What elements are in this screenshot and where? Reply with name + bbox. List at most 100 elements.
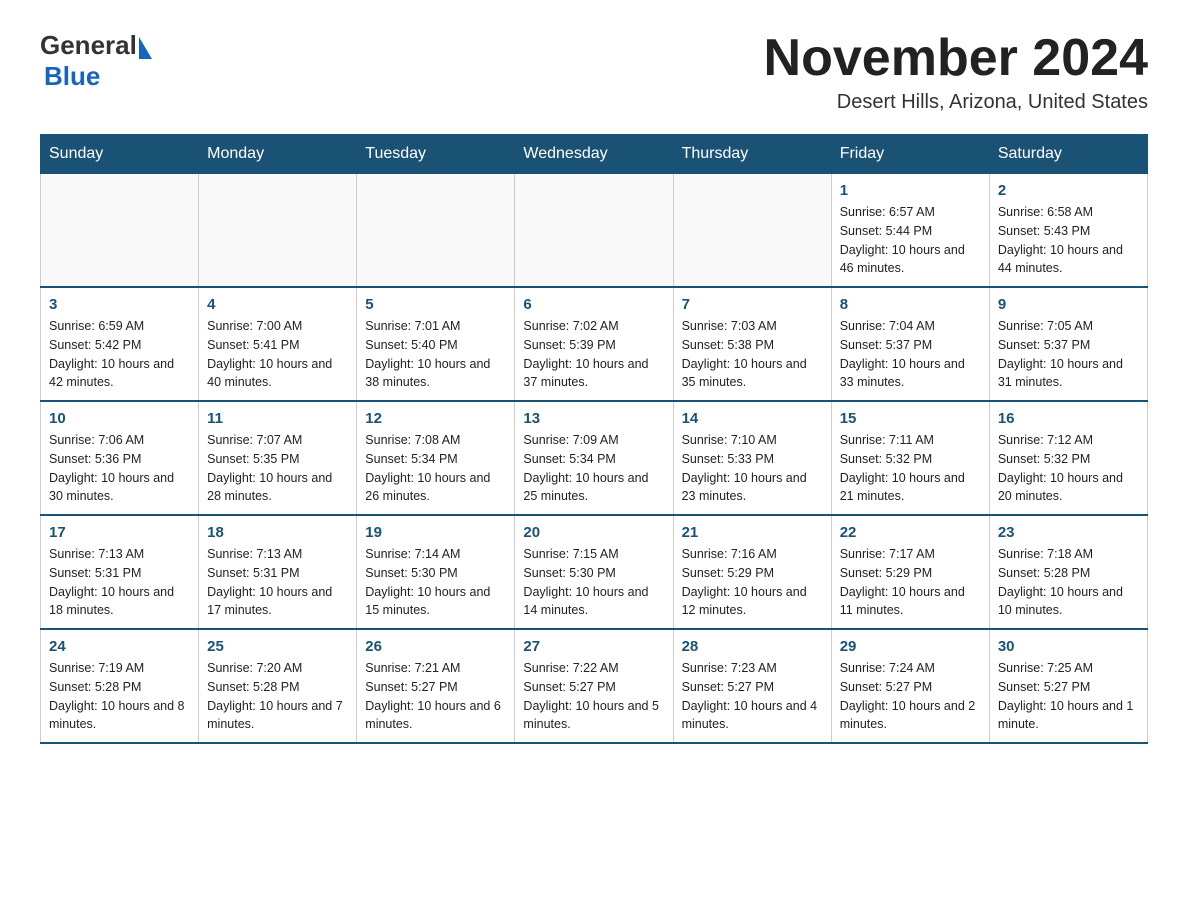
calendar-cell bbox=[673, 174, 831, 288]
calendar-cell: 24 Sunrise: 7:19 AM Sunset: 5:28 PM Dayli… bbox=[41, 629, 199, 743]
logo-blue-text: Blue bbox=[44, 61, 100, 91]
day-info: Sunrise: 7:08 AM Sunset: 5:34 PM Dayligh… bbox=[365, 431, 506, 506]
weekday-header-thursday: Thursday bbox=[673, 135, 831, 174]
day-number: 13 bbox=[523, 410, 664, 427]
day-info: Sunrise: 7:06 AM Sunset: 5:36 PM Dayligh… bbox=[49, 431, 190, 506]
day-number: 19 bbox=[365, 524, 506, 541]
weekday-header-friday: Friday bbox=[831, 135, 989, 174]
day-number: 5 bbox=[365, 296, 506, 313]
calendar-cell bbox=[357, 174, 515, 288]
calendar-cell: 11 Sunrise: 7:07 AM Sunset: 5:35 PM Dayli… bbox=[199, 401, 357, 515]
day-info: Sunrise: 7:15 AM Sunset: 5:30 PM Dayligh… bbox=[523, 545, 664, 620]
calendar-cell bbox=[199, 174, 357, 288]
week-row-2: 3Sunrise: 6:59 AM Sunset: 5:42 PM Daylig… bbox=[41, 287, 1148, 401]
calendar-cell: 17 Sunrise: 7:13 AM Sunset: 5:31 PM Dayli… bbox=[41, 515, 199, 629]
day-info: Sunrise: 7:25 AM Sunset: 5:27 PM Dayligh… bbox=[998, 659, 1139, 734]
week-row-4: 17 Sunrise: 7:13 AM Sunset: 5:31 PM Dayli… bbox=[41, 515, 1148, 629]
month-title: November 2024 bbox=[764, 30, 1148, 87]
day-info: Sunrise: 7:14 AM Sunset: 5:30 PM Dayligh… bbox=[365, 545, 506, 620]
calendar-cell: 1 Sunrise: 6:57 AM Sunset: 5:44 PM Daylig… bbox=[831, 174, 989, 288]
weekday-header-saturday: Saturday bbox=[989, 135, 1147, 174]
weekday-header-sunday: Sunday bbox=[41, 135, 199, 174]
calendar-cell: 19 Sunrise: 7:14 AM Sunset: 5:30 PM Dayli… bbox=[357, 515, 515, 629]
day-number: 15 bbox=[840, 410, 981, 427]
day-number: 23 bbox=[998, 524, 1139, 541]
day-number: 17 bbox=[49, 524, 190, 541]
calendar-cell: 26Sunrise: 7:21 AM Sunset: 5:27 PM Dayli… bbox=[357, 629, 515, 743]
week-row-5: 24 Sunrise: 7:19 AM Sunset: 5:28 PM Dayli… bbox=[41, 629, 1148, 743]
calendar-cell: 14 Sunrise: 7:10 AM Sunset: 5:33 PM Dayli… bbox=[673, 401, 831, 515]
day-info: Sunrise: 7:11 AM Sunset: 5:32 PM Dayligh… bbox=[840, 431, 981, 506]
day-info: Sunrise: 7:10 AM Sunset: 5:33 PM Dayligh… bbox=[682, 431, 823, 506]
day-number: 4 bbox=[207, 296, 348, 313]
calendar-cell: 18 Sunrise: 7:13 AM Sunset: 5:31 PM Dayli… bbox=[199, 515, 357, 629]
logo-triangle-icon bbox=[139, 37, 152, 59]
day-info: Sunrise: 6:57 AM Sunset: 5:44 PM Dayligh… bbox=[840, 203, 981, 278]
calendar-cell: 27Sunrise: 7:22 AM Sunset: 5:27 PM Dayli… bbox=[515, 629, 673, 743]
day-number: 24 bbox=[49, 638, 190, 655]
calendar-cell: 12 Sunrise: 7:08 AM Sunset: 5:34 PM Dayli… bbox=[357, 401, 515, 515]
calendar-cell: 5 Sunrise: 7:01 AM Sunset: 5:40 PM Daylig… bbox=[357, 287, 515, 401]
calendar-table: SundayMondayTuesdayWednesdayThursdayFrid… bbox=[40, 134, 1148, 744]
calendar-cell: 4 Sunrise: 7:00 AM Sunset: 5:41 PM Daylig… bbox=[199, 287, 357, 401]
day-number: 25 bbox=[207, 638, 348, 655]
calendar-cell: 7 Sunrise: 7:03 AM Sunset: 5:38 PM Daylig… bbox=[673, 287, 831, 401]
title-section: November 2024 Desert Hills, Arizona, Uni… bbox=[764, 30, 1148, 114]
day-number: 20 bbox=[523, 524, 664, 541]
weekday-header-wednesday: Wednesday bbox=[515, 135, 673, 174]
day-number: 22 bbox=[840, 524, 981, 541]
day-info: Sunrise: 7:13 AM Sunset: 5:31 PM Dayligh… bbox=[49, 545, 190, 620]
location-text: Desert Hills, Arizona, United States bbox=[764, 91, 1148, 114]
day-info: Sunrise: 7:23 AM Sunset: 5:27 PM Dayligh… bbox=[682, 659, 823, 734]
day-info: Sunrise: 7:16 AM Sunset: 5:29 PM Dayligh… bbox=[682, 545, 823, 620]
calendar-cell: 30 Sunrise: 7:25 AM Sunset: 5:27 PM Dayli… bbox=[989, 629, 1147, 743]
calendar-cell: 29Sunrise: 7:24 AM Sunset: 5:27 PM Dayli… bbox=[831, 629, 989, 743]
day-number: 14 bbox=[682, 410, 823, 427]
day-info: Sunrise: 7:07 AM Sunset: 5:35 PM Dayligh… bbox=[207, 431, 348, 506]
day-info: Sunrise: 7:04 AM Sunset: 5:37 PM Dayligh… bbox=[840, 317, 981, 392]
day-number: 1 bbox=[840, 182, 981, 199]
day-info: Sunrise: 7:22 AM Sunset: 5:27 PM Dayligh… bbox=[523, 659, 664, 734]
day-info: Sunrise: 7:03 AM Sunset: 5:38 PM Dayligh… bbox=[682, 317, 823, 392]
day-info: Sunrise: 7:19 AM Sunset: 5:28 PM Dayligh… bbox=[49, 659, 190, 734]
page-header: General Blue November 2024 Desert Hills,… bbox=[40, 30, 1148, 114]
day-number: 18 bbox=[207, 524, 348, 541]
calendar-cell: 20 Sunrise: 7:15 AM Sunset: 5:30 PM Dayli… bbox=[515, 515, 673, 629]
day-number: 12 bbox=[365, 410, 506, 427]
calendar-cell bbox=[41, 174, 199, 288]
day-number: 6 bbox=[523, 296, 664, 313]
week-row-1: 1 Sunrise: 6:57 AM Sunset: 5:44 PM Daylig… bbox=[41, 174, 1148, 288]
day-info: Sunrise: 7:21 AM Sunset: 5:27 PM Dayligh… bbox=[365, 659, 506, 734]
day-info: Sunrise: 7:13 AM Sunset: 5:31 PM Dayligh… bbox=[207, 545, 348, 620]
logo-general-text: General bbox=[40, 30, 137, 61]
day-info: Sunrise: 7:09 AM Sunset: 5:34 PM Dayligh… bbox=[523, 431, 664, 506]
calendar-cell: 25 Sunrise: 7:20 AM Sunset: 5:28 PM Dayli… bbox=[199, 629, 357, 743]
day-info: Sunrise: 7:00 AM Sunset: 5:41 PM Dayligh… bbox=[207, 317, 348, 392]
day-number: 7 bbox=[682, 296, 823, 313]
weekday-header-row: SundayMondayTuesdayWednesdayThursdayFrid… bbox=[41, 135, 1148, 174]
day-info: Sunrise: 7:20 AM Sunset: 5:28 PM Dayligh… bbox=[207, 659, 348, 734]
calendar-cell: 15 Sunrise: 7:11 AM Sunset: 5:32 PM Dayli… bbox=[831, 401, 989, 515]
weekday-header-tuesday: Tuesday bbox=[357, 135, 515, 174]
calendar-cell: 23Sunrise: 7:18 AM Sunset: 5:28 PM Dayli… bbox=[989, 515, 1147, 629]
day-number: 30 bbox=[998, 638, 1139, 655]
logo: General Blue bbox=[40, 30, 152, 92]
day-number: 21 bbox=[682, 524, 823, 541]
calendar-cell bbox=[515, 174, 673, 288]
week-row-3: 10 Sunrise: 7:06 AM Sunset: 5:36 PM Dayli… bbox=[41, 401, 1148, 515]
calendar-cell: 28Sunrise: 7:23 AM Sunset: 5:27 PM Dayli… bbox=[673, 629, 831, 743]
day-info: Sunrise: 7:01 AM Sunset: 5:40 PM Dayligh… bbox=[365, 317, 506, 392]
calendar-cell: 3Sunrise: 6:59 AM Sunset: 5:42 PM Daylig… bbox=[41, 287, 199, 401]
calendar-cell: 22 Sunrise: 7:17 AM Sunset: 5:29 PM Dayli… bbox=[831, 515, 989, 629]
day-info: Sunrise: 7:17 AM Sunset: 5:29 PM Dayligh… bbox=[840, 545, 981, 620]
day-info: Sunrise: 6:58 AM Sunset: 5:43 PM Dayligh… bbox=[998, 203, 1139, 278]
calendar-cell: 8 Sunrise: 7:04 AM Sunset: 5:37 PM Daylig… bbox=[831, 287, 989, 401]
day-info: Sunrise: 7:02 AM Sunset: 5:39 PM Dayligh… bbox=[523, 317, 664, 392]
day-number: 10 bbox=[49, 410, 190, 427]
day-number: 8 bbox=[840, 296, 981, 313]
calendar-cell: 16Sunrise: 7:12 AM Sunset: 5:32 PM Dayli… bbox=[989, 401, 1147, 515]
calendar-cell: 9Sunrise: 7:05 AM Sunset: 5:37 PM Daylig… bbox=[989, 287, 1147, 401]
day-number: 11 bbox=[207, 410, 348, 427]
calendar-cell: 21 Sunrise: 7:16 AM Sunset: 5:29 PM Dayli… bbox=[673, 515, 831, 629]
day-info: Sunrise: 7:05 AM Sunset: 5:37 PM Dayligh… bbox=[998, 317, 1139, 392]
